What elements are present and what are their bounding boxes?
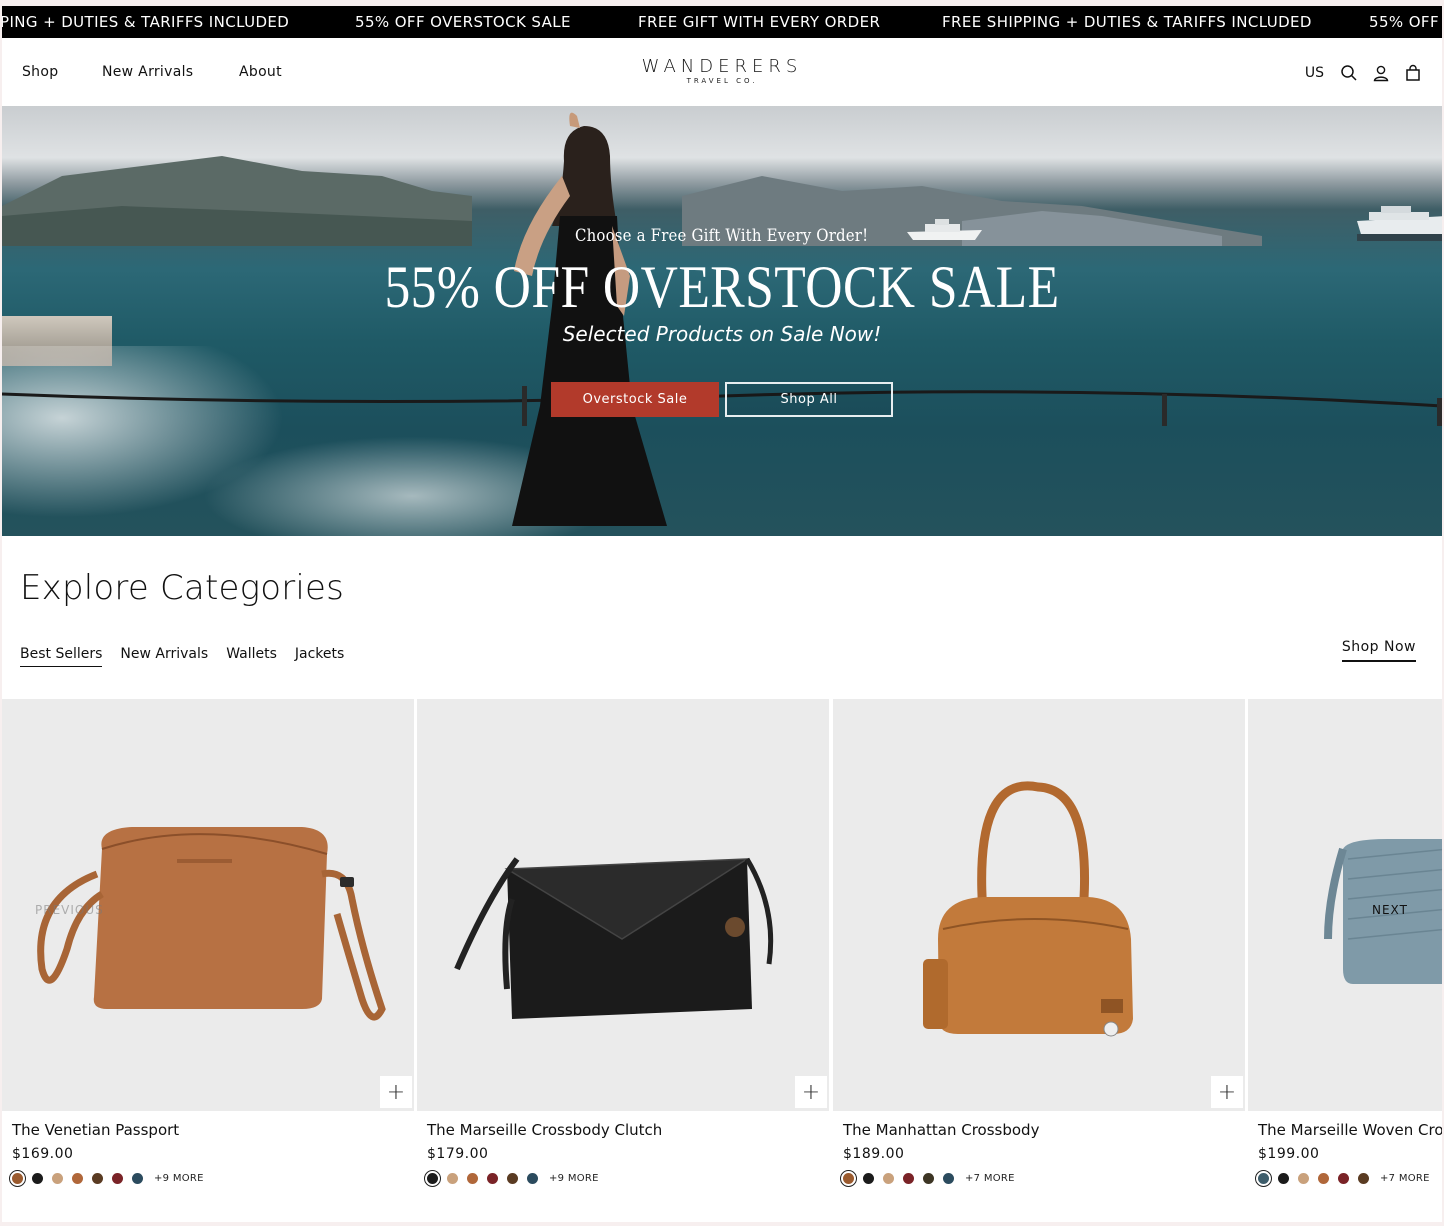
color-swatch[interactable] — [424, 1170, 441, 1187]
section-title: Explore Categories — [20, 568, 345, 608]
announcement-item[interactable]: 55% OFF OVERSTOCK SALE — [355, 13, 571, 31]
cart-icon[interactable] — [1404, 64, 1422, 82]
color-swatch[interactable] — [1255, 1170, 1272, 1187]
site-header: Shop New Arrivals About WANDERERS TRAVEL… — [2, 38, 1442, 106]
announcement-item: PING + DUTIES & TARIFFS INCLUDED — [2, 13, 290, 31]
bag-illustration — [454, 857, 774, 1019]
color-swatches: +7 MORE — [840, 1170, 1015, 1187]
color-swatches: +7 MORE — [1255, 1170, 1430, 1187]
more-colors-label[interactable]: +7 MORE — [1380, 1173, 1430, 1184]
hero-headline: 55% OFF OVERSTOCK SALE — [384, 254, 1060, 320]
color-swatch[interactable] — [92, 1173, 103, 1184]
color-swatches: +9 MORE — [424, 1170, 599, 1187]
color-swatch[interactable] — [923, 1173, 934, 1184]
nav-new-arrivals[interactable]: New Arrivals — [102, 64, 193, 80]
color-swatch[interactable] — [1298, 1173, 1309, 1184]
color-swatch[interactable] — [112, 1173, 123, 1184]
search-icon[interactable] — [1340, 64, 1358, 82]
product-title[interactable]: The Venetian Passport — [12, 1121, 179, 1139]
color-swatch[interactable] — [527, 1173, 538, 1184]
announcement-bar: PING + DUTIES & TARIFFS INCLUDED 55% OFF… — [2, 6, 1442, 38]
logo[interactable]: WANDERERS TRAVEL CO. — [622, 56, 822, 85]
product-image[interactable] — [833, 699, 1245, 1111]
product-price: $199.00 — [1258, 1146, 1320, 1162]
color-swatch[interactable] — [840, 1170, 857, 1187]
color-swatch[interactable] — [903, 1173, 914, 1184]
nav-shop[interactable]: Shop — [22, 64, 58, 80]
color-swatch[interactable] — [467, 1173, 478, 1184]
color-swatch[interactable] — [9, 1170, 26, 1187]
page: PING + DUTIES & TARIFFS INCLUDED 55% OFF… — [2, 6, 1442, 1222]
product-image[interactable] — [417, 699, 829, 1111]
color-swatch[interactable] — [72, 1173, 83, 1184]
header-actions: US — [1305, 62, 1422, 84]
overstock-sale-button[interactable]: Overstock Sale — [551, 382, 719, 417]
tab-best-sellers[interactable]: Best Sellers — [20, 646, 103, 667]
bag-illustration — [923, 781, 1133, 1037]
hero-banner: Choose a Free Gift With Every Order! 55%… — [2, 106, 1442, 536]
color-swatch[interactable] — [487, 1173, 498, 1184]
product-card[interactable]: + The Venetian Passport $169.00 +9 MORE — [2, 699, 414, 1209]
logo-name: WANDERERS — [641, 56, 803, 77]
tab-new-arrivals[interactable]: New Arrivals — [120, 646, 208, 667]
account-icon[interactable] — [1372, 64, 1390, 82]
product-title[interactable]: The Marseille Woven Cro — [1258, 1121, 1442, 1139]
product-price: $179.00 — [427, 1146, 489, 1162]
product-card[interactable]: + The Manhattan Crossbody $189.00 +7 MOR… — [833, 699, 1245, 1209]
plus-icon: + — [1217, 1079, 1237, 1105]
hero-kicker: Choose a Free Gift With Every Order! — [575, 226, 869, 246]
color-swatch[interactable] — [1358, 1173, 1369, 1184]
plus-icon: + — [386, 1079, 406, 1105]
carousel-next-button[interactable]: NEXT — [1372, 903, 1408, 917]
color-swatch[interactable] — [52, 1173, 63, 1184]
shop-all-button[interactable]: Shop All — [725, 382, 893, 417]
plus-icon: + — [801, 1079, 821, 1105]
product-price: $169.00 — [12, 1146, 74, 1162]
product-card[interactable]: + The Marseille Crossbody Clutch $179.00… — [417, 699, 829, 1209]
color-swatches: +9 MORE — [9, 1170, 204, 1187]
category-tabs: Best Sellers New Arrivals Wallets Jacket… — [20, 646, 344, 667]
color-swatch[interactable] — [132, 1173, 143, 1184]
product-price: $189.00 — [843, 1146, 905, 1162]
announcement-item[interactable]: FREE SHIPPING + DUTIES & TARIFFS INCLUDE… — [942, 13, 1312, 31]
color-swatch[interactable] — [32, 1173, 43, 1184]
announcement-item[interactable]: FREE GIFT WITH EVERY ORDER — [638, 13, 880, 31]
hero-tagline: Selected Products on Sale Now! — [562, 322, 882, 346]
color-swatch[interactable] — [1338, 1173, 1349, 1184]
hero-content: Choose a Free Gift With Every Order! 55%… — [2, 226, 1442, 346]
color-swatch[interactable] — [1278, 1173, 1289, 1184]
color-swatch[interactable] — [447, 1173, 458, 1184]
color-swatch[interactable] — [1318, 1173, 1329, 1184]
product-image[interactable] — [1248, 699, 1442, 1111]
announcement-item[interactable]: 55% OFF — [1369, 13, 1439, 31]
country-selector[interactable]: US — [1305, 65, 1324, 81]
product-title[interactable]: The Manhattan Crossbody — [843, 1121, 1039, 1139]
more-colors-label[interactable]: +9 MORE — [154, 1173, 204, 1184]
color-swatch[interactable] — [943, 1173, 954, 1184]
tab-wallets[interactable]: Wallets — [226, 646, 277, 667]
color-swatch[interactable] — [883, 1173, 894, 1184]
carousel-previous-button[interactable]: PREVIOUS — [35, 903, 104, 917]
add-to-cart-button[interactable]: + — [795, 1076, 827, 1108]
product-title[interactable]: The Marseille Crossbody Clutch — [427, 1121, 662, 1139]
shop-now-link[interactable]: Shop Now — [1341, 639, 1416, 662]
tab-jackets[interactable]: Jackets — [295, 646, 344, 667]
color-swatch[interactable] — [507, 1173, 518, 1184]
product-card[interactable]: The Marseille Woven Cro $199.00 +7 MORE — [1248, 699, 1442, 1209]
add-to-cart-button[interactable]: + — [1211, 1076, 1243, 1108]
hero-buttons: Overstock Sale Shop All — [551, 382, 893, 417]
logo-subtitle: TRAVEL CO. — [686, 77, 758, 85]
more-colors-label[interactable]: +7 MORE — [965, 1173, 1015, 1184]
add-to-cart-button[interactable]: + — [380, 1076, 412, 1108]
more-colors-label[interactable]: +9 MORE — [549, 1173, 599, 1184]
bag-illustration — [1324, 839, 1442, 984]
color-swatch[interactable] — [863, 1173, 874, 1184]
nav-about[interactable]: About — [239, 64, 282, 80]
